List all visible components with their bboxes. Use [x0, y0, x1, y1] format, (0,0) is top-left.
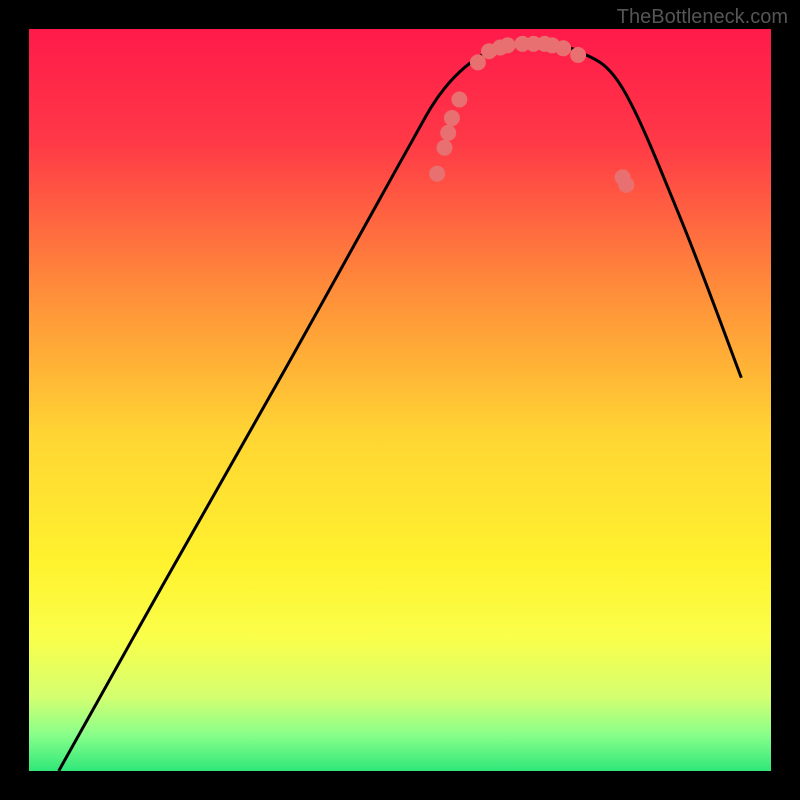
data-dot [440, 125, 456, 141]
chart-frame [29, 29, 771, 771]
watermark-text: TheBottleneck.com [617, 6, 788, 29]
gradient-background [29, 29, 771, 771]
data-dot [555, 40, 571, 56]
data-dot [437, 140, 453, 156]
data-dot [570, 47, 586, 63]
data-dot [429, 166, 445, 182]
data-dot [500, 37, 516, 53]
data-dot [444, 110, 460, 126]
bottleneck-chart [29, 29, 771, 771]
data-dot [618, 177, 634, 193]
data-dot [451, 91, 467, 107]
